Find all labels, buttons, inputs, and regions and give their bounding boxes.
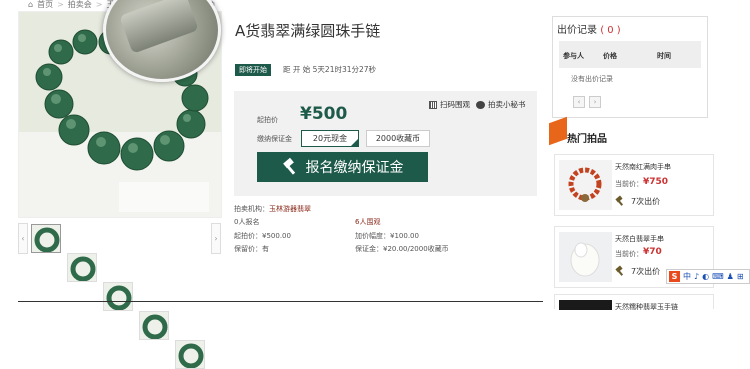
- hot-item-price: ¥70: [643, 247, 662, 257]
- column-time: 时间: [657, 52, 671, 60]
- breadcrumb-auction[interactable]: 拍卖会: [68, 0, 92, 9]
- gavel-icon: [616, 196, 626, 206]
- status-badge: 即将开始: [235, 64, 271, 76]
- empty-bid-record: 没有出价记录: [571, 75, 613, 83]
- thumbnail[interactable]: [31, 224, 61, 253]
- ime-keyboard-icon[interactable]: ⌨: [712, 272, 724, 281]
- breadcrumb-separator: >: [95, 0, 103, 9]
- bid-record-title: 出价记录 ( 0 ): [557, 21, 621, 36]
- auction-org: 拍卖机构：玉林游器翡翠: [234, 205, 311, 214]
- deposit-option-label: 20元现金: [312, 134, 348, 143]
- hot-item-bids: 7次出价: [631, 197, 661, 206]
- signup-count: 0人报名: [234, 218, 260, 226]
- hot-item-image[interactable]: [559, 232, 612, 282]
- gavel-icon: [616, 266, 626, 276]
- hot-item-bids: 7次出价: [631, 267, 661, 276]
- sogou-logo-icon[interactable]: S: [669, 271, 680, 282]
- hot-item-price: ¥750: [643, 177, 669, 187]
- register-button-label: 报名缴纳保证金: [305, 160, 404, 176]
- thumbnail[interactable]: [103, 282, 133, 311]
- org-link[interactable]: 玉林游器翡翠: [269, 205, 311, 213]
- auction-secretary-button[interactable]: 拍卖小秘书: [476, 99, 526, 110]
- product-title: A货翡翠满绿圆珠手链: [235, 22, 381, 40]
- thumbnail[interactable]: [139, 311, 169, 340]
- thumbnail[interactable]: [175, 340, 205, 369]
- thumbnail-strip: ‹ ›: [18, 223, 222, 369]
- ime-punctuation-icon[interactable]: ♪: [694, 272, 699, 281]
- qr-code-icon: [429, 100, 437, 109]
- hot-item-name[interactable]: 天然糯种翡翠玉手链: [615, 302, 678, 312]
- magnified-detail: [119, 0, 199, 54]
- watcher-count: 6人围观: [355, 218, 381, 226]
- thumb-prev-button[interactable]: ‹: [18, 223, 28, 254]
- deposit-option-coins[interactable]: 2000收藏币: [366, 130, 430, 147]
- price-increment: 加价幅度：¥100.00: [355, 232, 419, 240]
- hot-badge-icon: [549, 116, 567, 146]
- deposit-label: 缴纳保证金: [257, 135, 292, 143]
- hot-item-price-label: 当前价：: [615, 180, 643, 188]
- chat-icon: [476, 100, 485, 109]
- bid-record-count: ( 0 ): [600, 25, 621, 36]
- breadcrumb-separator: >: [57, 0, 64, 9]
- price-label: 起拍价: [257, 116, 278, 124]
- column-bidder: 参与人: [563, 52, 584, 60]
- divider: [18, 301, 543, 302]
- thumbnail[interactable]: [67, 253, 97, 282]
- hot-item-card[interactable]: 天然糯种翡翠玉手链: [554, 294, 714, 312]
- current-price: ¥500: [300, 104, 348, 124]
- ime-chinese-mode[interactable]: 中: [683, 271, 691, 282]
- ime-toolbox-icon[interactable]: ⊞: [737, 272, 744, 281]
- ime-toolbar[interactable]: S 中 ♪ ◐ ⌨ ♟ ⊞: [666, 269, 750, 284]
- deposit-option-cash[interactable]: 20元现金: [301, 130, 359, 147]
- countdown-timer: 距 开 始 5天21时31分27秒: [283, 65, 377, 74]
- hot-item-card[interactable]: 天然南红满肉手串 当前价： ¥750 7次出价: [554, 154, 714, 216]
- thumb-next-button[interactable]: ›: [211, 223, 221, 254]
- scan-label: 扫码围观: [440, 100, 470, 109]
- reserve-price: 保留价：有: [234, 245, 269, 253]
- bid-record-table-header: 参与人 价格 时间: [559, 41, 701, 68]
- deposit-info: 保证金：¥20.00/2000收藏币: [355, 245, 449, 253]
- ime-emoji-icon[interactable]: ◐: [702, 272, 709, 281]
- hot-item-name[interactable]: 天然南红满肉手串: [615, 162, 671, 172]
- org-label: 拍卖机构：: [234, 205, 269, 213]
- breadcrumb-home[interactable]: 首页: [37, 0, 53, 9]
- gavel-icon: [282, 159, 298, 175]
- home-icon[interactable]: ⌂: [28, 0, 33, 9]
- ime-skin-icon[interactable]: ♟: [727, 272, 734, 281]
- column-price: 价格: [603, 52, 617, 60]
- bid-record-heading: 出价记录: [557, 25, 597, 36]
- start-price: 起拍价：¥500.00: [234, 232, 291, 240]
- hot-item-image[interactable]: [559, 160, 612, 210]
- hot-item-name[interactable]: 天然白翡翠手串: [615, 234, 664, 244]
- register-deposit-button[interactable]: 报名缴纳保证金: [257, 152, 428, 182]
- hot-items-title: 热门拍品: [567, 134, 607, 145]
- selected-check-icon: [351, 139, 358, 146]
- record-prev-button[interactable]: ‹: [573, 96, 585, 108]
- record-next-button[interactable]: ›: [589, 96, 601, 108]
- scan-qr-button[interactable]: 扫码围观: [429, 99, 470, 110]
- secretary-label: 拍卖小秘书: [488, 100, 526, 109]
- hot-item-price-label: 当前价：: [615, 250, 643, 258]
